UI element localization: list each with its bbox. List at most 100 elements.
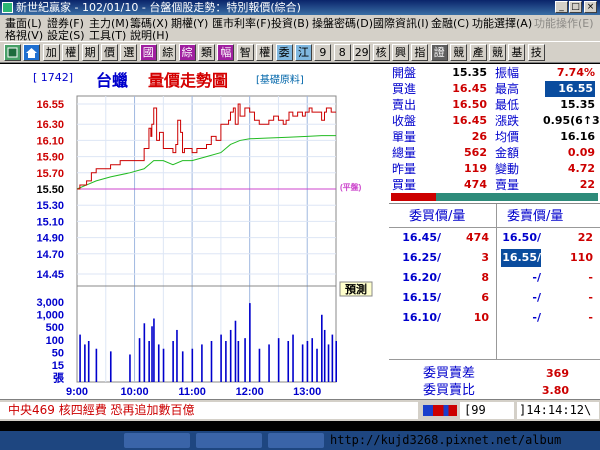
toolbar-button[interactable]: 技 (527, 44, 545, 61)
quote-label: 買量 (392, 178, 417, 192)
volume-bar (138, 338, 141, 382)
volume-bar (321, 314, 323, 382)
toolbar-button[interactable]: 國 (139, 44, 157, 61)
volume-tick-label: 1,000 (36, 310, 64, 322)
volume-bar (287, 341, 290, 382)
toolbar-button[interactable]: 證 (430, 44, 448, 61)
toolbar-button[interactable]: 類 (198, 44, 215, 61)
toolbar-button[interactable]: 加 (42, 44, 60, 61)
volume-bar (237, 341, 240, 382)
window-title: 新世紀贏家 - 102/01/10 - 台盤個股走勢：特別報價(綜合) (16, 1, 301, 14)
quote-value: 4.72 (567, 162, 595, 175)
toolbar-button[interactable]: 價 (101, 44, 118, 61)
toolbar-button[interactable]: 江 (295, 44, 312, 61)
quote-label: 開盤 (392, 66, 417, 80)
toolbar-button[interactable]: 核 (372, 44, 390, 61)
quote-value: 7.74% (556, 66, 595, 79)
quote-label: 漲跌 (495, 114, 520, 128)
menu-item[interactable]: 操盤密碼(D) (312, 17, 373, 30)
menu-item[interactable]: 投資(B) (271, 17, 309, 30)
toolbar-button[interactable]: 指 (411, 44, 429, 61)
menu-item[interactable]: 匯市利率(F) (212, 17, 271, 30)
toolbar-button[interactable]: 競 (450, 44, 468, 61)
volume-bar (143, 323, 146, 382)
time-tick-label: 11:00 (178, 386, 206, 398)
toolbar-button[interactable]: 產 (469, 44, 487, 61)
toolbar-button[interactable]: 期 (81, 44, 99, 61)
industry-category: [基礎原料] (256, 75, 304, 86)
quote-divider (389, 203, 600, 204)
book-divider (389, 227, 600, 228)
volume-bar (311, 338, 314, 382)
quote-value: 16.45 (452, 114, 487, 127)
volume-bar (244, 338, 246, 382)
price-tick-label: 15.70 (36, 168, 64, 180)
bid-volume: 10 (473, 311, 489, 324)
toolbar-button[interactable]: 29 (353, 44, 371, 61)
toolbar-button[interactable]: 基 (508, 44, 526, 61)
taskbar-item[interactable] (196, 433, 262, 448)
menu-item[interactable]: 金融(C) (431, 17, 469, 30)
status-clock: ]14:14:12\ (517, 402, 599, 419)
volume-bar (176, 329, 178, 382)
volume-bar (234, 320, 237, 382)
home-icon[interactable] (23, 44, 41, 61)
toolbar-button[interactable]: 8 (333, 44, 351, 61)
volume-bar (229, 329, 232, 382)
book-bottom-divider (389, 359, 600, 360)
toolbar-button[interactable]: 9 (314, 44, 332, 61)
volume-bar (129, 354, 131, 382)
news-ticker[interactable]: 中央469 核四經費 恐再追加數百億 (0, 402, 418, 419)
toolbar-button[interactable]: 委 (275, 44, 293, 61)
maximize-button[interactable]: □ (569, 1, 582, 13)
price-tick-label: 14.70 (36, 249, 64, 261)
toolbar-button[interactable]: 智 (236, 44, 254, 61)
taskbar-item[interactable] (124, 433, 190, 448)
ask-header: 委賣價/量 (507, 209, 564, 224)
tick-ratio-bar (391, 193, 598, 201)
bid-volume: 3 (481, 251, 489, 264)
toolbar-button[interactable]: 競 (489, 44, 506, 61)
toolbar: 加權期價選國綜綜類幅智權委江 9 8 29 核興指證競產競基技 (0, 41, 600, 63)
stock-code: [ 1742] (33, 71, 74, 84)
toolbar-button[interactable]: 綜 (178, 44, 196, 61)
quote-value: 15.35 (452, 66, 487, 79)
quote-value: 474 (464, 178, 487, 191)
minimize-button[interactable]: _ (555, 1, 568, 13)
time-tick-label: 12:00 (236, 386, 264, 398)
price-tick-label: 15.10 (36, 216, 64, 228)
quote-value: 15.35 (560, 98, 595, 111)
order-ratio-label: 委買賣比 (423, 383, 476, 398)
quote-label: 變動 (495, 162, 520, 176)
menu-item[interactable]: 國際資訊(I) (373, 17, 429, 30)
stock-name: 台蠟 (96, 71, 129, 90)
volume-bar (87, 341, 90, 382)
quote-value: 119 (464, 162, 487, 175)
price-volume-chart-panel: 9:00 10:00 11:00 12:00 13:00 16.55 16.30 16.10 1… (0, 64, 389, 399)
app-icon (2, 2, 13, 13)
book-center-divider (496, 204, 497, 359)
menu-item[interactable]: 功能選擇(A) (472, 17, 532, 30)
menu-item[interactable]: 期權(Y) (171, 17, 208, 30)
quote-value: 16.16 (560, 130, 595, 143)
toolbar-button[interactable]: 綜 (159, 44, 177, 61)
quote-value: 562 (464, 146, 487, 159)
function-key-icon[interactable] (4, 44, 21, 61)
toolbar-button[interactable]: 權 (256, 44, 274, 61)
close-button[interactable]: × (584, 1, 597, 13)
toolbar-button[interactable]: 幅 (217, 44, 235, 61)
toolbar-button[interactable]: 興 (392, 44, 409, 61)
toolbar-button[interactable]: 選 (120, 44, 138, 61)
quote-label: 最低 (495, 98, 520, 112)
menu-item[interactable]: 功能操作(E) (534, 17, 594, 30)
quote-label: 昨量 (392, 162, 417, 176)
toolbar-button[interactable]: 權 (62, 44, 80, 61)
ask-price: -/ (532, 271, 541, 284)
price-tick-label: 15.50 (36, 184, 64, 196)
order-ratio-value: 3.80 (541, 384, 569, 397)
volume-bar (191, 348, 194, 382)
volume-bar (323, 329, 326, 382)
quote-label: 最高 (495, 82, 520, 96)
ask-price: -/ (532, 291, 541, 304)
taskbar-item[interactable] (268, 433, 324, 448)
